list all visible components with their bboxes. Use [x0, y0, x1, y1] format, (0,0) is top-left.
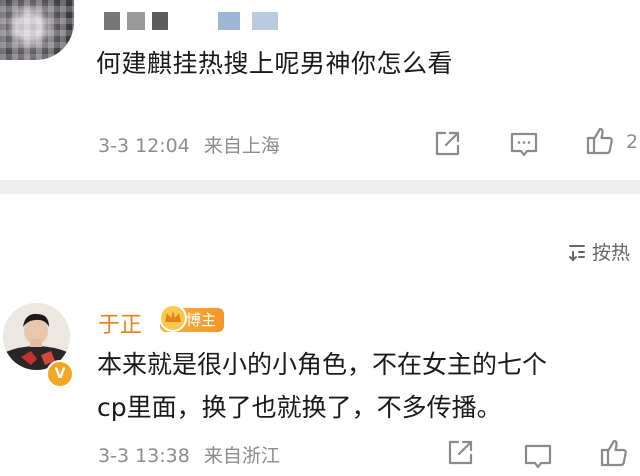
like-icon[interactable]	[584, 125, 616, 157]
comment-location: 来自上海	[203, 135, 280, 157]
blurred-badge	[218, 12, 240, 30]
share-icon[interactable]	[444, 437, 476, 469]
like-count: 2	[626, 131, 639, 153]
avatar[interactable]	[0, 0, 74, 60]
comment-meta: 3-3 13:38 来自浙江	[98, 441, 280, 468]
badge-label: 博主	[186, 311, 217, 329]
blurred-username	[127, 12, 145, 30]
blurred-badge	[252, 12, 278, 30]
comment-meta: 3-3 12:04 来自上海	[98, 131, 280, 158]
comment-icon[interactable]	[522, 440, 554, 472]
comment-line: 本来就是很小的小角色，不在女主的七个	[97, 350, 548, 379]
section-divider	[0, 180, 640, 194]
comment-time: 3-3 13:38	[98, 445, 190, 467]
blurred-username	[104, 12, 120, 30]
like-icon[interactable]	[598, 437, 630, 469]
comment-text: 本来就是很小的小角色，不在女主的七个 cp里面，换了也就换了，不多传播。	[97, 343, 640, 429]
verified-icon: V	[46, 360, 74, 388]
share-icon[interactable]	[431, 128, 463, 160]
comment-line: cp里面，换了也就换了，不多传播。	[97, 393, 502, 422]
comment-text: 何建麒挂热搜上呢男神你怎么看	[96, 49, 454, 78]
comment-time: 3-3 12:04	[98, 135, 190, 157]
crown-icon	[158, 303, 188, 333]
comment-location: 来自浙江	[203, 445, 280, 467]
sort-icon	[566, 241, 588, 263]
username[interactable]: 于正	[98, 307, 142, 339]
sort-label: 按热	[592, 242, 631, 264]
sort-by-hot-button[interactable]: 按热	[566, 238, 630, 265]
blurred-username	[152, 12, 168, 30]
comment-icon[interactable]	[508, 128, 540, 160]
